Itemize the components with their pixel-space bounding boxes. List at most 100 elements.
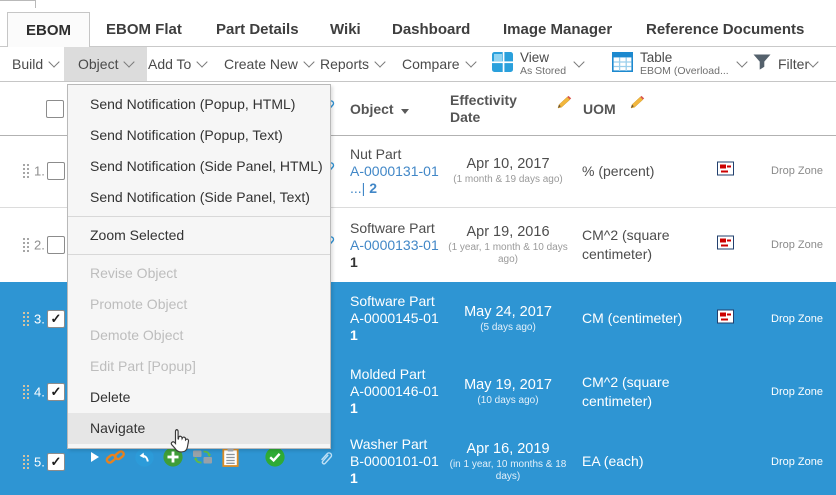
tab-wiki[interactable]: Wiki bbox=[330, 21, 361, 38]
part-number-link[interactable]: A-0000133-01 bbox=[350, 237, 456, 254]
table-value: EBOM (Overload... bbox=[640, 66, 729, 77]
create-new-menu-button[interactable]: Create New bbox=[224, 47, 313, 81]
table-selector-button[interactable]: TableEBOM (Overload... bbox=[612, 47, 746, 81]
effectivity-date-cell: Apr 10, 2017(1 month & 19 days ago) bbox=[446, 135, 570, 207]
build-menu-button[interactable]: Build bbox=[12, 47, 58, 81]
expand-arrow-icon[interactable] bbox=[91, 452, 99, 462]
table-label: Table bbox=[640, 51, 729, 65]
date-relative: (1 month & 19 days ago) bbox=[453, 174, 563, 186]
menu-item-send-notification-sidepanel-text[interactable]: Send Notification (Side Panel, Text) bbox=[68, 182, 330, 213]
add-icon[interactable] bbox=[163, 447, 183, 467]
row-number: 4. bbox=[34, 384, 45, 399]
add-to-menu-button[interactable]: Add To bbox=[148, 47, 206, 81]
part-number-link[interactable]: A-0000131-01 bbox=[350, 163, 456, 180]
drop-zone[interactable]: Drop Zone bbox=[771, 386, 823, 398]
tab-ebom-flat[interactable]: EBOM Flat bbox=[106, 21, 182, 38]
uom-cell: CM^2 (square centimeter) bbox=[582, 208, 710, 282]
object-cell: Washer Part B-0000101-01 1 bbox=[350, 428, 456, 495]
drag-handle-icon[interactable] bbox=[23, 238, 25, 240]
chevron-down-icon bbox=[197, 56, 208, 67]
view-grid-icon bbox=[492, 52, 513, 77]
filter-label: Filter bbox=[778, 56, 809, 72]
menu-item-promote-object: Promote Object bbox=[68, 289, 330, 320]
column-header-object[interactable]: Object bbox=[350, 101, 409, 117]
reports-menu-button[interactable]: Reports bbox=[320, 47, 384, 81]
uom-cell: CM^2 (square centimeter) bbox=[582, 355, 710, 428]
drop-zone[interactable]: Drop Zone bbox=[771, 456, 823, 468]
uom-value: CM^2 (square centimeter) bbox=[582, 373, 710, 411]
reports-label: Reports bbox=[320, 56, 369, 72]
uom-cell: % (percent) bbox=[582, 135, 710, 207]
chevron-down-icon bbox=[573, 56, 584, 67]
view-label: View bbox=[520, 51, 566, 65]
object-cell: Molded Part A-0000146-01 1 bbox=[350, 355, 456, 428]
chevron-down-icon bbox=[303, 56, 314, 67]
date-value: Apr 19, 2016 bbox=[466, 224, 549, 240]
edit-pencil-icon[interactable] bbox=[630, 95, 645, 114]
replace-icon[interactable] bbox=[192, 448, 213, 466]
row-checkbox[interactable] bbox=[47, 310, 65, 328]
drag-handle-icon[interactable] bbox=[23, 312, 25, 314]
menu-item-zoom-selected[interactable]: Zoom Selected bbox=[68, 220, 330, 251]
object-menu-button[interactable]: Object bbox=[64, 47, 147, 81]
column-header-effectivity-date[interactable]: Effectivity Date bbox=[450, 92, 542, 126]
drag-handle-icon[interactable] bbox=[23, 164, 25, 166]
view-value: As Stored bbox=[520, 66, 566, 77]
part-number-link[interactable]: B-0000101-01 bbox=[350, 453, 456, 470]
row-checkbox[interactable] bbox=[47, 383, 65, 401]
tab-reference-documents[interactable]: Reference Documents bbox=[646, 21, 804, 38]
chevron-down-icon bbox=[465, 56, 476, 67]
date-value: May 19, 2017 bbox=[464, 377, 552, 393]
filter-button[interactable]: Filter bbox=[752, 47, 817, 81]
table-icon bbox=[612, 52, 633, 77]
tab-dashboard[interactable]: Dashboard bbox=[392, 21, 470, 38]
select-all-checkbox[interactable] bbox=[46, 100, 64, 118]
uom-value: EA (each) bbox=[582, 452, 643, 471]
clipboard-icon[interactable] bbox=[222, 447, 239, 467]
object-label: Object bbox=[78, 56, 118, 72]
part-number-link[interactable]: A-0000146-01 bbox=[350, 383, 456, 400]
more-link[interactable]: ...| bbox=[350, 180, 369, 196]
row-checkbox[interactable] bbox=[47, 162, 65, 180]
tab-part-details[interactable]: Part Details bbox=[216, 21, 299, 38]
create-new-label: Create New bbox=[224, 56, 298, 72]
link-icon[interactable] bbox=[105, 448, 126, 466]
broken-image-icon bbox=[717, 236, 734, 255]
date-value: Apr 16, 2019 bbox=[466, 441, 549, 457]
object-dropdown-menu: Send Notification (Popup, HTML) Send Not… bbox=[67, 84, 331, 449]
object-cell: Software Part A-0000145-01 1 bbox=[350, 282, 456, 355]
uom-value: % (percent) bbox=[582, 162, 654, 181]
uom-value: CM (centimeter) bbox=[582, 309, 682, 328]
approve-check-icon[interactable] bbox=[265, 447, 285, 467]
goto-icon[interactable] bbox=[135, 448, 154, 467]
drag-handle-icon[interactable] bbox=[23, 455, 25, 457]
uom-cell: EA (each) bbox=[582, 428, 710, 495]
drag-handle-icon[interactable] bbox=[23, 385, 25, 387]
paperclip-icon[interactable] bbox=[318, 450, 333, 472]
menu-separator bbox=[68, 216, 330, 217]
menu-item-send-notification-popup-text[interactable]: Send Notification (Popup, Text) bbox=[68, 120, 330, 151]
uom-value: CM^2 (square centimeter) bbox=[582, 226, 710, 264]
menu-item-demote-object: Demote Object bbox=[68, 320, 330, 351]
menu-item-send-notification-sidepanel-html[interactable]: Send Notification (Side Panel, HTML) bbox=[68, 151, 330, 182]
menu-item-delete[interactable]: Delete bbox=[68, 382, 330, 413]
row-number: 3. bbox=[34, 311, 45, 326]
date-relative: (1 year, 1 month & 10 days ago) bbox=[446, 242, 570, 266]
compare-menu-button[interactable]: Compare bbox=[402, 47, 475, 81]
menu-item-send-notification-popup-html[interactable]: Send Notification (Popup, HTML) bbox=[68, 89, 330, 120]
edit-pencil-icon[interactable] bbox=[557, 95, 572, 114]
row-checkbox[interactable] bbox=[47, 236, 65, 254]
tab-image-manager[interactable]: Image Manager bbox=[503, 21, 612, 38]
part-number-link[interactable]: A-0000145-01 bbox=[350, 310, 456, 327]
row-checkbox[interactable] bbox=[47, 453, 65, 471]
tab-ebom[interactable]: EBOM bbox=[7, 12, 90, 48]
broken-image-icon bbox=[717, 162, 734, 181]
part-name: Molded Part bbox=[350, 366, 456, 383]
column-header-uom[interactable]: UOM bbox=[583, 101, 616, 117]
drop-zone[interactable]: Drop Zone bbox=[771, 239, 823, 251]
broken-image-icon bbox=[717, 309, 734, 328]
drop-zone[interactable]: Drop Zone bbox=[771, 313, 823, 325]
view-selector-button[interactable]: ViewAs Stored bbox=[492, 47, 583, 81]
menu-item-navigate[interactable]: Navigate bbox=[68, 413, 330, 444]
drop-zone[interactable]: Drop Zone bbox=[771, 165, 823, 177]
